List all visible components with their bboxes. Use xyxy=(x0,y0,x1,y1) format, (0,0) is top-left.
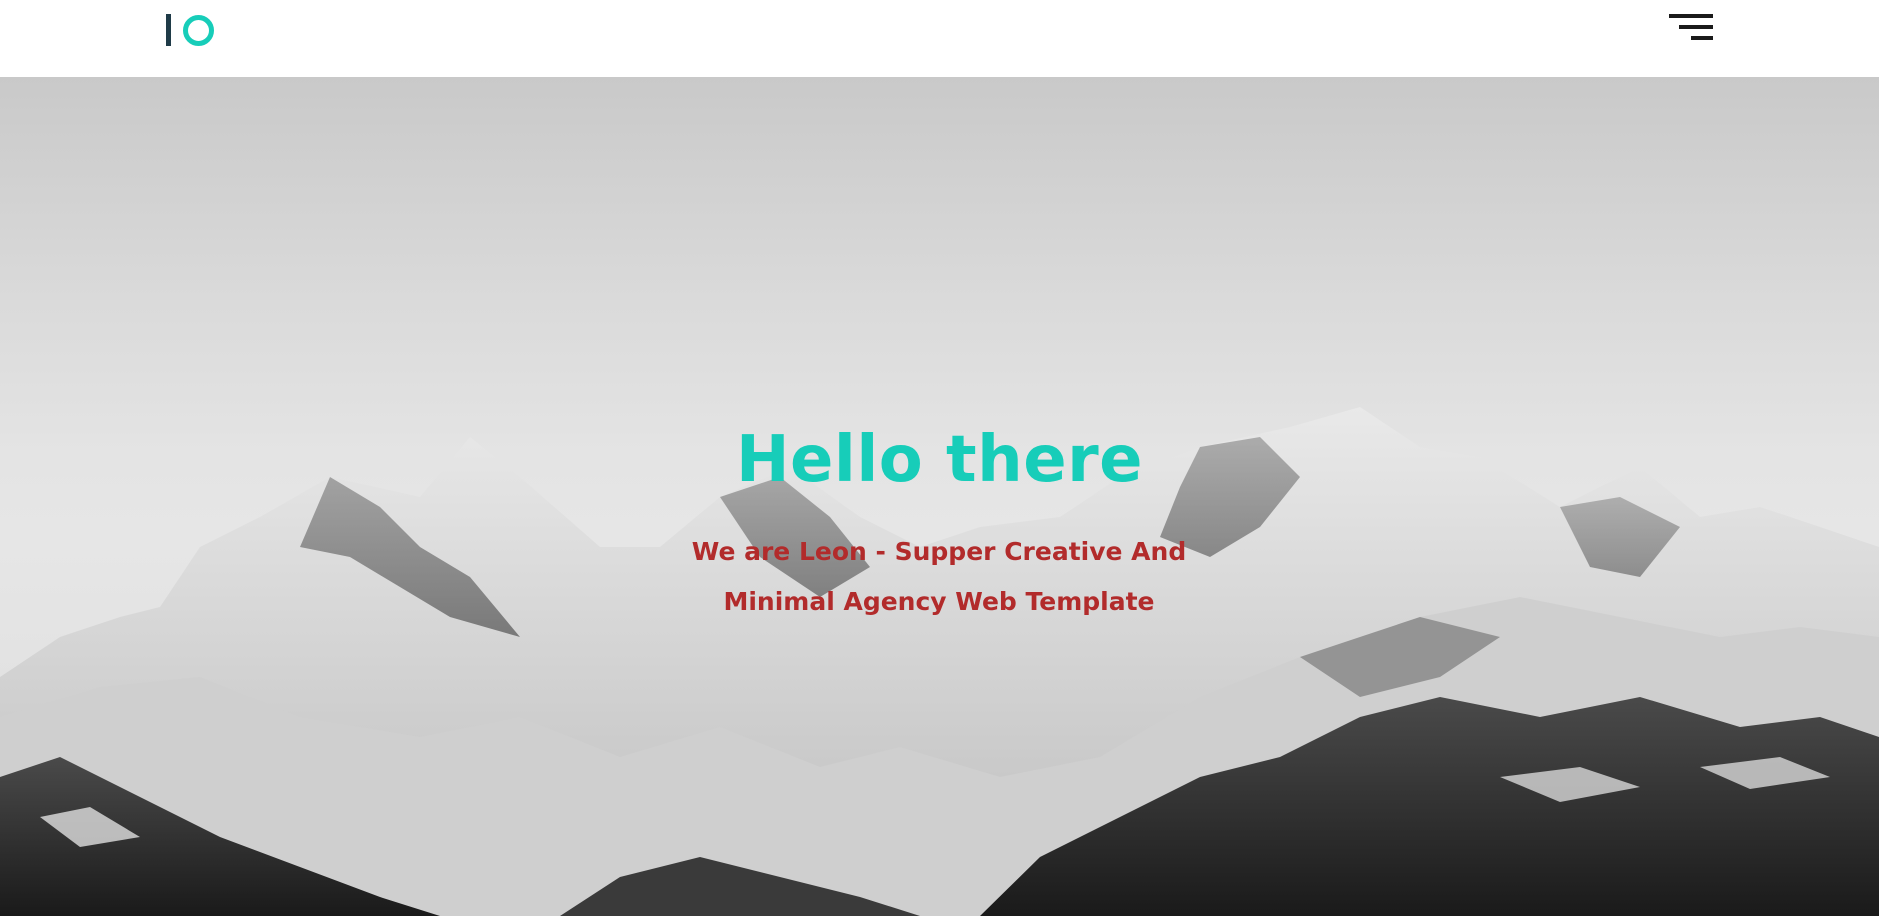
hero-section: Hello there We are Leon - Supper Creativ… xyxy=(0,77,1879,916)
logo-bar-mark xyxy=(166,14,171,46)
menu-line xyxy=(1691,36,1713,40)
logo[interactable] xyxy=(166,13,214,47)
hero-title: Hello there xyxy=(735,423,1144,497)
menu-line xyxy=(1669,14,1713,18)
menu-button[interactable] xyxy=(1668,10,1716,44)
logo-ring-mark xyxy=(183,14,214,46)
site-header xyxy=(0,0,1879,77)
menu-line xyxy=(1679,25,1713,29)
hero-subtitle: We are Leon - Supper Creative And Minima… xyxy=(691,537,1187,616)
